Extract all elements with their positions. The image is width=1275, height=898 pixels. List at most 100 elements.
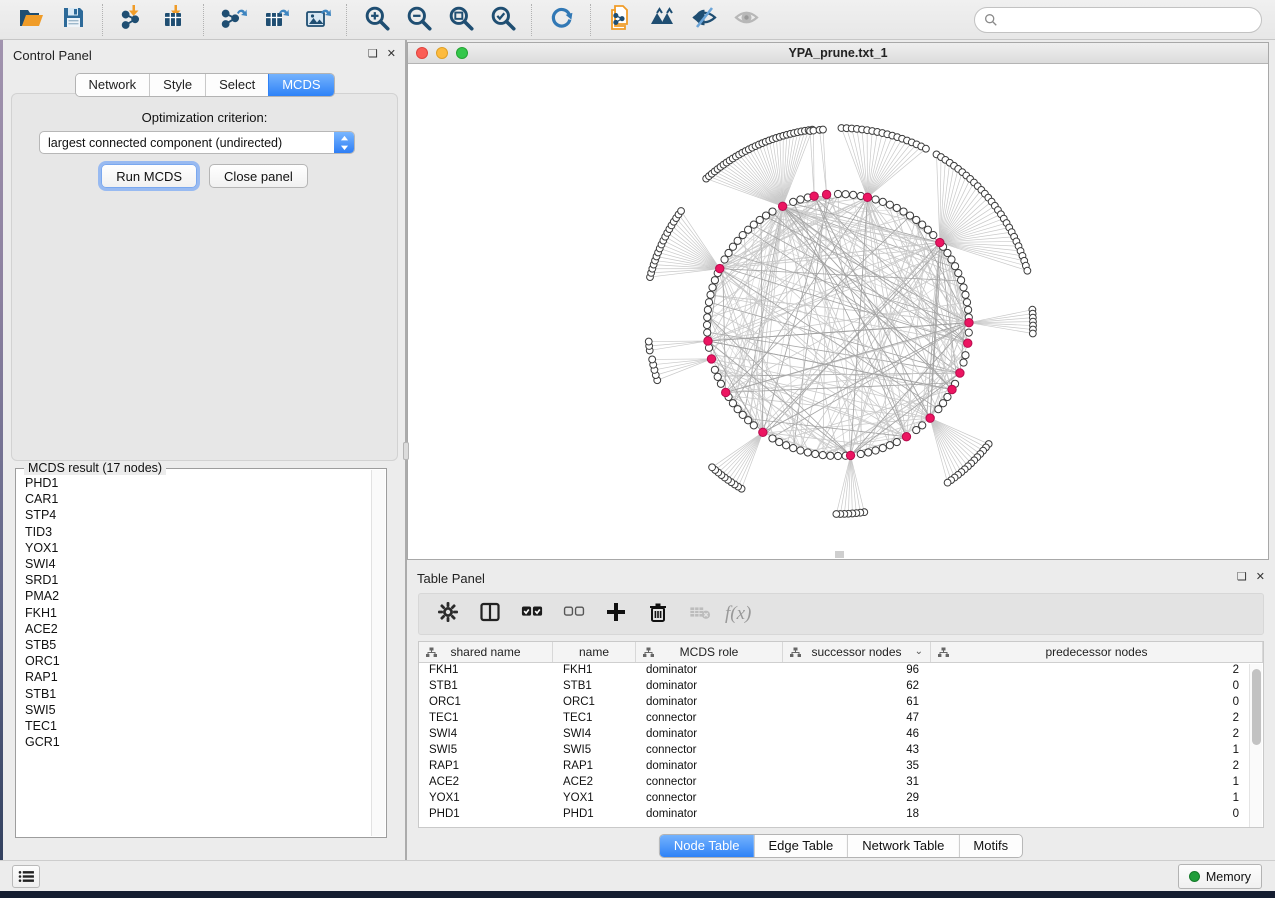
graph-node[interactable] xyxy=(750,221,757,228)
graph-node[interactable] xyxy=(955,270,962,277)
graph-node[interactable] xyxy=(935,406,942,413)
graph-node[interactable] xyxy=(717,380,724,387)
graph-node[interactable] xyxy=(734,406,741,413)
graph-node[interactable] xyxy=(812,450,819,457)
table-row[interactable]: YOX1YOX1connector291 xyxy=(419,791,1263,807)
save-session-button[interactable] xyxy=(52,3,94,37)
graph-hub-node[interactable] xyxy=(964,339,972,347)
graph-node[interactable] xyxy=(857,450,864,457)
mcds-result-item[interactable]: CAR1 xyxy=(16,491,371,507)
clone-network-button[interactable] xyxy=(599,3,641,37)
graph-node[interactable] xyxy=(819,452,826,459)
graph-node[interactable] xyxy=(850,191,857,198)
graph-node[interactable] xyxy=(919,422,926,429)
add-row-button[interactable] xyxy=(599,597,633,631)
table-row[interactable]: STB1STB1dominator620 xyxy=(419,679,1263,695)
search-input[interactable] xyxy=(1004,13,1252,27)
graph-hub-node[interactable] xyxy=(810,192,818,200)
hide-selected-button[interactable] xyxy=(683,3,725,37)
graph-hub-node[interactable] xyxy=(704,337,712,345)
mcds-result-item[interactable]: SRD1 xyxy=(16,572,371,588)
graph-node[interactable] xyxy=(783,442,790,449)
graph-node[interactable] xyxy=(957,277,964,284)
graph-node[interactable] xyxy=(776,438,783,445)
zoom-fit-button[interactable] xyxy=(439,3,481,37)
graph-node[interactable] xyxy=(963,299,970,306)
export-network-button[interactable] xyxy=(212,3,254,37)
graph-node[interactable] xyxy=(872,447,879,454)
tab-select[interactable]: Select xyxy=(205,74,268,96)
graph-hub-node[interactable] xyxy=(822,190,830,198)
graph-node[interactable] xyxy=(965,329,972,336)
graph-hub-node[interactable] xyxy=(722,388,730,396)
optimization-criterion-select[interactable]: largest connected component (undirected) xyxy=(39,131,355,154)
graph-node[interactable] xyxy=(827,452,834,459)
tab-mcds[interactable]: MCDS xyxy=(268,74,333,96)
tab-network[interactable]: Network xyxy=(75,74,149,96)
table-row[interactable]: SWI5SWI5connector431 xyxy=(419,743,1263,759)
graph-node[interactable] xyxy=(834,452,841,459)
import-network-button[interactable] xyxy=(111,3,153,37)
column-header-shared-name[interactable]: shared name xyxy=(419,642,553,662)
graph-node[interactable] xyxy=(913,216,920,223)
mcds-result-item[interactable]: ACE2 xyxy=(16,621,371,637)
mcds-result-item[interactable]: ORC1 xyxy=(16,653,371,669)
graph-node[interactable] xyxy=(797,447,804,454)
graph-node[interactable] xyxy=(930,232,937,239)
graph-leaf-node[interactable] xyxy=(923,145,930,152)
graph-node[interactable] xyxy=(725,249,732,256)
tab-style[interactable]: Style xyxy=(149,74,205,96)
mcds-result-item[interactable]: PMA2 xyxy=(16,588,371,604)
table-row[interactable]: PHD1PHD1dominator180 xyxy=(419,807,1263,823)
graph-node[interactable] xyxy=(797,196,804,203)
graph-node[interactable] xyxy=(769,208,776,215)
graph-node[interactable] xyxy=(948,256,955,263)
graph-node[interactable] xyxy=(709,284,716,291)
graph-node[interactable] xyxy=(962,291,969,298)
float-table-panel-icon[interactable]: ❑ xyxy=(1237,570,1247,583)
mcds-result-item[interactable]: PHD1 xyxy=(16,475,371,491)
graph-leaf-node[interactable] xyxy=(645,338,652,345)
graph-node[interactable] xyxy=(790,198,797,205)
graph-node[interactable] xyxy=(960,359,967,366)
graph-node[interactable] xyxy=(879,444,886,451)
graph-node[interactable] xyxy=(834,190,841,197)
table-row[interactable]: TEC1TEC1connector472 xyxy=(419,711,1263,727)
node-table-scrollbar[interactable] xyxy=(1249,664,1262,827)
graph-leaf-node[interactable] xyxy=(820,126,827,133)
graph-hub-node[interactable] xyxy=(902,432,910,440)
search-box[interactable] xyxy=(974,7,1262,33)
settings-gear-button[interactable] xyxy=(431,597,465,631)
tab-network-table[interactable]: Network Table xyxy=(847,835,958,857)
graph-node[interactable] xyxy=(886,201,893,208)
mcds-result-item[interactable]: SWI5 xyxy=(16,702,371,718)
graph-node[interactable] xyxy=(703,321,710,328)
close-table-panel-icon[interactable]: ✕ xyxy=(1256,570,1265,583)
graph-node[interactable] xyxy=(729,243,736,250)
graph-hub-node[interactable] xyxy=(716,264,724,272)
graph-node[interactable] xyxy=(711,277,718,284)
mcds-result-item[interactable]: SWI4 xyxy=(16,556,371,572)
graph-hub-node[interactable] xyxy=(956,369,964,377)
table-row[interactable]: ORC1ORC1dominator610 xyxy=(419,695,1263,711)
column-header-predecessor-nodes[interactable]: predecessor nodes xyxy=(931,642,1263,662)
export-table-button[interactable] xyxy=(254,3,296,37)
first-neighbors-button[interactable] xyxy=(641,3,683,37)
graph-node[interactable] xyxy=(879,198,886,205)
table-row[interactable]: ACE2ACE2connector311 xyxy=(419,775,1263,791)
graph-hub-node[interactable] xyxy=(948,385,956,393)
graph-node[interactable] xyxy=(769,435,776,442)
mcds-result-item[interactable]: STB1 xyxy=(16,685,371,701)
select-all-button[interactable] xyxy=(515,597,549,631)
mcds-result-item[interactable]: STP4 xyxy=(16,507,371,523)
graph-node[interactable] xyxy=(962,352,969,359)
graph-hub-node[interactable] xyxy=(759,428,767,436)
column-layout-button[interactable] xyxy=(473,597,507,631)
zoom-in-button[interactable] xyxy=(355,3,397,37)
graph-node[interactable] xyxy=(913,426,920,433)
graph-node[interactable] xyxy=(960,284,967,291)
graph-node[interactable] xyxy=(906,212,913,219)
tab-edge-table[interactable]: Edge Table xyxy=(753,835,847,857)
network-canvas[interactable] xyxy=(408,64,1268,559)
refresh-button[interactable] xyxy=(540,3,582,37)
